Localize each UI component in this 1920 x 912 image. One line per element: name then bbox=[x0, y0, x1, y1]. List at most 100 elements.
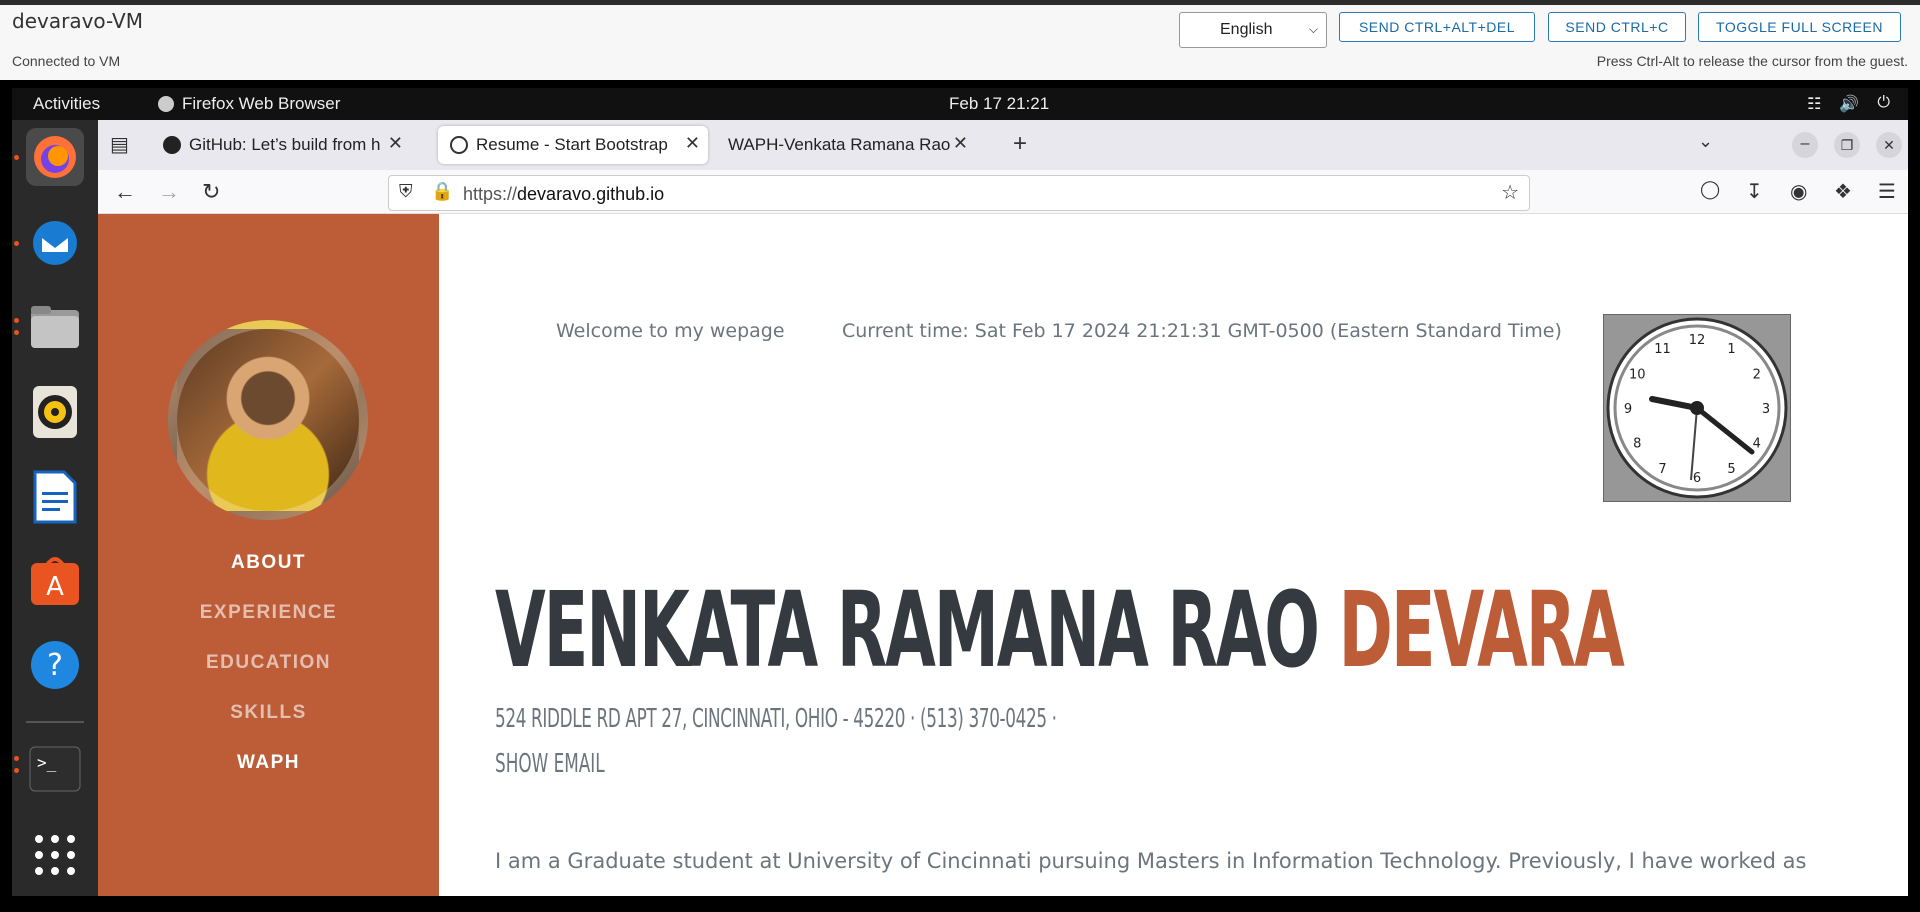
name-last: DEVARA bbox=[1338, 569, 1625, 691]
running-indicator bbox=[14, 768, 19, 773]
vm-console-header: devaravo-VM Connected to VM English ⌵ SE… bbox=[0, 5, 1920, 80]
tab-title: GitHub: Let’s build from h bbox=[189, 135, 381, 154]
help-icon[interactable]: ? bbox=[26, 636, 84, 694]
clock-numeral: 11 bbox=[1654, 342, 1671, 357]
current-time-text: Current time: Sat Feb 17 2024 21:21:31 G… bbox=[842, 320, 1562, 342]
close-window-icon[interactable]: ✕ bbox=[1876, 132, 1902, 158]
close-icon[interactable]: ✕ bbox=[953, 133, 968, 154]
show-email-link[interactable]: SHOW EMAIL bbox=[495, 749, 605, 779]
clock-numeral: 2 bbox=[1753, 368, 1761, 383]
reload-icon[interactable]: ↻ bbox=[202, 179, 220, 205]
send-ctrl-alt-del-button[interactable]: SEND CTRL+ALT+DEL bbox=[1339, 12, 1535, 42]
clock[interactable]: Feb 17 21:21 bbox=[949, 94, 1049, 114]
name-first: VENKATA RAMANA RAO bbox=[495, 569, 1320, 691]
dock: A ? >_ bbox=[12, 120, 98, 896]
clock-numeral: 4 bbox=[1753, 437, 1761, 452]
tab-title: Resume - Start Bootstrap bbox=[476, 135, 668, 154]
firefox-icon[interactable] bbox=[26, 128, 84, 186]
clock-numeral: 1 bbox=[1727, 342, 1735, 357]
sidebar: ABOUT EXPERIENCE EDUCATION SKILLS WAPH bbox=[98, 214, 439, 896]
app-menu[interactable]: Firefox Web Browser bbox=[158, 94, 340, 114]
main-content: Welcome to my wepage Current time: Sat F… bbox=[439, 214, 1908, 896]
shield-icon[interactable]: ⛨ bbox=[399, 181, 413, 202]
bio-text: I am a Graduate student at University of… bbox=[495, 849, 1807, 873]
list-all-tabs-icon[interactable]: ⌄ bbox=[1698, 131, 1713, 152]
running-indicator bbox=[14, 330, 19, 335]
network-icon: ☷ bbox=[1807, 96, 1822, 113]
account-icon[interactable]: ◉ bbox=[1790, 179, 1807, 204]
svg-text:A: A bbox=[46, 572, 64, 602]
restore-icon[interactable]: ❐ bbox=[1834, 132, 1860, 158]
minimize-icon[interactable]: – bbox=[1792, 132, 1818, 158]
tab-resume[interactable]: Resume - Start Bootstrap ✕ bbox=[438, 126, 708, 164]
clock-numeral: 10 bbox=[1629, 368, 1646, 383]
nav-skills[interactable]: SKILLS bbox=[98, 702, 439, 724]
svg-text:?: ? bbox=[47, 648, 63, 683]
chevron-down-icon: ⌵ bbox=[1308, 22, 1318, 36]
firefox-small-icon bbox=[158, 96, 174, 112]
files-icon[interactable] bbox=[26, 298, 84, 356]
webpage: ABOUT EXPERIENCE EDUCATION SKILLS WAPH W… bbox=[98, 214, 1908, 896]
tab-title: WAPH-Venkata Ramana Rao bbox=[728, 135, 951, 154]
language-select[interactable]: English ⌵ bbox=[1179, 12, 1327, 48]
analog-clock: 12 1 2 3 4 5 6 7 8 9 10 11 bbox=[1603, 314, 1791, 502]
url-text: https://devaravo.github.io bbox=[463, 184, 664, 205]
gnome-top-bar: Activities Firefox Web Browser Feb 17 21… bbox=[12, 88, 1908, 120]
bookmark-star-icon[interactable]: ☆ bbox=[1501, 180, 1519, 205]
close-icon[interactable]: ✕ bbox=[388, 133, 403, 154]
tab-bar: ▤ GitHub: Let’s build from h ✕ Resume - … bbox=[98, 120, 1908, 170]
profile-photo bbox=[168, 320, 368, 520]
github-icon bbox=[163, 136, 181, 154]
guest-desktop[interactable]: Activities Firefox Web Browser Feb 17 21… bbox=[12, 88, 1908, 896]
nav-experience[interactable]: EXPERIENCE bbox=[98, 602, 439, 624]
welcome-text: Welcome to my wepage bbox=[556, 320, 785, 342]
running-indicator bbox=[14, 756, 19, 761]
url-domain: devaravo.github.io bbox=[517, 184, 665, 204]
activities-button[interactable]: Activities bbox=[33, 94, 100, 114]
toggle-full-screen-button[interactable]: TOGGLE FULL SCREEN bbox=[1698, 12, 1901, 42]
back-icon[interactable]: ← bbox=[114, 179, 136, 205]
volume-icon: 🔊 bbox=[1839, 96, 1860, 113]
cursor-release-hint: Press Ctrl-Alt to release the cursor fro… bbox=[1596, 53, 1908, 69]
app-center-icon[interactable]: A bbox=[26, 552, 84, 610]
dock-separator bbox=[26, 721, 84, 723]
vm-status: Connected to VM bbox=[12, 53, 121, 69]
nav-about[interactable]: ABOUT bbox=[98, 552, 439, 574]
nav-education[interactable]: EDUCATION bbox=[98, 652, 439, 674]
tab-waph[interactable]: WAPH-Venkata Ramana Rao ✕ bbox=[716, 126, 976, 164]
close-icon[interactable]: ✕ bbox=[685, 133, 700, 154]
menu-icon[interactable]: ☰ bbox=[1878, 179, 1896, 204]
tab-github[interactable]: GitHub: Let’s build from h ✕ bbox=[151, 126, 411, 164]
running-indicator bbox=[14, 241, 19, 246]
thunderbird-icon[interactable] bbox=[26, 214, 84, 272]
terminal-icon[interactable]: >_ bbox=[26, 740, 84, 798]
nav-waph[interactable]: WAPH bbox=[98, 752, 439, 774]
rhythmbox-icon[interactable] bbox=[26, 383, 84, 441]
running-indicator bbox=[14, 155, 19, 160]
downloads-icon[interactable]: ↧ bbox=[1746, 179, 1763, 204]
navigation-toolbar: ← → ↻ ⛨ 🔒 https://devaravo.github.io ☆ ◯… bbox=[98, 170, 1908, 214]
clock-numeral: 3 bbox=[1762, 402, 1770, 417]
firefox-window: ▤ GitHub: Let’s build from h ✕ Resume - … bbox=[98, 120, 1908, 896]
clock-numeral: 6 bbox=[1693, 471, 1701, 486]
resume-name: VENKATA RAMANA RAO DEVARA bbox=[495, 569, 1625, 691]
writer-icon[interactable] bbox=[26, 468, 84, 526]
forward-icon[interactable]: → bbox=[158, 179, 180, 205]
lock-icon[interactable]: 🔒 bbox=[431, 181, 453, 202]
show-apps-icon[interactable] bbox=[26, 826, 84, 884]
tab-overview-icon[interactable]: ▤ bbox=[110, 132, 129, 157]
clock-numeral: 7 bbox=[1658, 462, 1666, 477]
url-bar[interactable]: ⛨ 🔒 https://devaravo.github.io ☆ bbox=[388, 175, 1530, 211]
system-tray[interactable]: ☷ 🔊 ⏻ bbox=[1807, 94, 1890, 114]
address-line: 524 RIDDLE RD APT 27, CINCINNATI, OHIO -… bbox=[495, 704, 1057, 734]
extensions-icon[interactable]: ❖ bbox=[1834, 179, 1852, 204]
new-tab-icon[interactable]: + bbox=[1013, 130, 1027, 158]
power-icon: ⏻ bbox=[1877, 94, 1890, 111]
running-indicator bbox=[14, 318, 19, 323]
clock-numeral: 12 bbox=[1689, 333, 1706, 348]
clock-numeral: 8 bbox=[1633, 437, 1641, 452]
send-ctrl-c-button[interactable]: SEND CTRL+C bbox=[1548, 12, 1686, 42]
pocket-icon[interactable]: ◯ bbox=[1700, 179, 1720, 200]
globe-icon bbox=[450, 136, 468, 154]
url-prefix: https:// bbox=[463, 184, 518, 204]
